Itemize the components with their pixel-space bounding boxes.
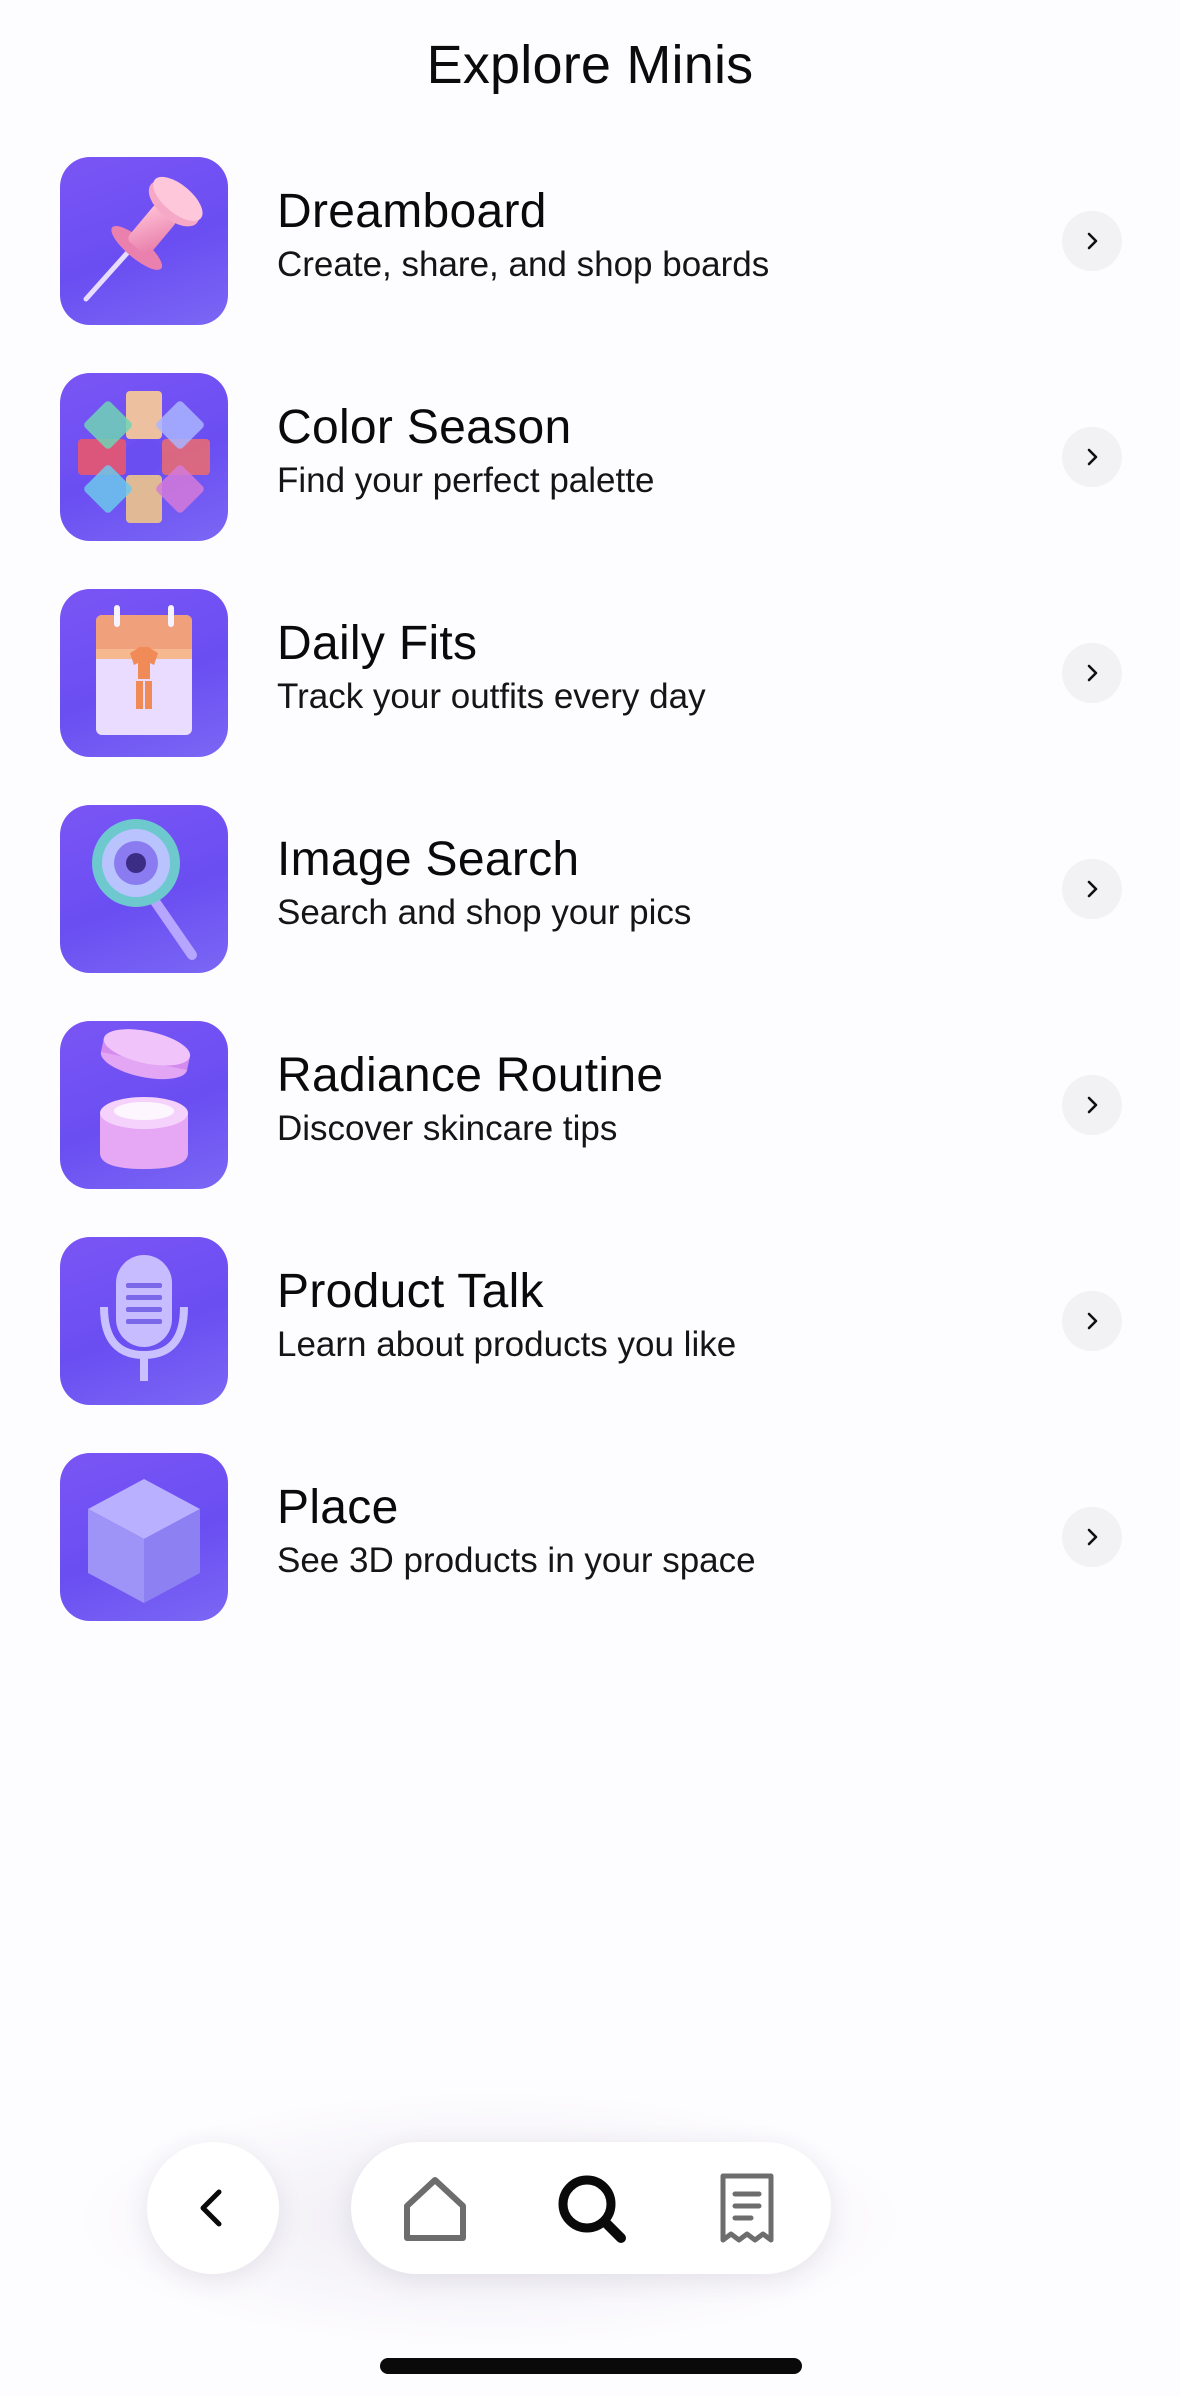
chevron-right-icon xyxy=(1087,448,1098,466)
mini-description: Track your outfits every day xyxy=(277,677,706,716)
chevron-right-icon xyxy=(1087,1096,1098,1114)
open-place-button[interactable] xyxy=(1062,1507,1122,1567)
home-indicator xyxy=(380,2358,802,2374)
mini-description: Learn about products you like xyxy=(277,1325,737,1364)
receipt-icon xyxy=(720,2173,774,2243)
chevron-right-icon xyxy=(1087,232,1098,250)
magnifier-icon xyxy=(60,805,228,973)
open-image-search-button[interactable] xyxy=(1062,859,1122,919)
chevron-left-icon xyxy=(200,2189,222,2227)
cube-icon xyxy=(60,1453,228,1621)
skincare-jar-icon xyxy=(60,1021,228,1189)
mini-description: Discover skincare tips xyxy=(277,1109,618,1148)
mini-item-place[interactable]: Place See 3D products in your space xyxy=(60,1453,1122,1621)
chevron-right-icon xyxy=(1087,1312,1098,1330)
mini-name: Product Talk xyxy=(277,1265,544,1318)
mini-item-image-search[interactable]: Image Search Search and shop your pics xyxy=(60,805,1122,973)
open-dreamboard-button[interactable] xyxy=(1062,211,1122,271)
color-palette-icon xyxy=(60,373,228,541)
mini-name: Dreamboard xyxy=(277,185,547,238)
mini-name: Radiance Routine xyxy=(277,1049,664,1102)
open-product-talk-button[interactable] xyxy=(1062,1291,1122,1351)
nav-orders-button[interactable] xyxy=(707,2168,787,2248)
minis-list: Dreamboard Create, share, and shop board… xyxy=(60,157,1122,1669)
pushpin-icon xyxy=(60,157,228,325)
mini-name: Place xyxy=(277,1481,399,1534)
explore-minis-screen: Explore Minis Dreamboard Create, share, … xyxy=(0,0,1180,2396)
mini-item-color-season[interactable]: Color Season Find your perfect palette xyxy=(60,373,1122,541)
chevron-right-icon xyxy=(1087,664,1098,682)
mini-description: See 3D products in your space xyxy=(277,1541,756,1580)
mini-item-product-talk[interactable]: Product Talk Learn about products you li… xyxy=(60,1237,1122,1405)
search-icon xyxy=(558,2175,626,2243)
mini-item-radiance-routine[interactable]: Radiance Routine Discover skincare tips xyxy=(60,1021,1122,1189)
nav-home-button[interactable] xyxy=(395,2168,475,2248)
mini-item-daily-fits[interactable]: Daily Fits Track your outfits every day xyxy=(60,589,1122,757)
home-icon xyxy=(404,2177,466,2241)
open-color-season-button[interactable] xyxy=(1062,427,1122,487)
microphone-icon xyxy=(60,1237,228,1405)
page-title: Explore Minis xyxy=(426,35,754,95)
nav-search-button[interactable] xyxy=(551,2168,631,2248)
mini-description: Find your perfect palette xyxy=(277,461,655,500)
mini-name: Color Season xyxy=(277,401,572,454)
bottom-nav-bar xyxy=(351,2142,831,2274)
calendar-outfit-icon xyxy=(60,589,228,757)
back-button[interactable] xyxy=(147,2142,279,2274)
mini-name: Daily Fits xyxy=(277,617,478,670)
chevron-right-icon xyxy=(1087,1528,1098,1546)
open-radiance-routine-button[interactable] xyxy=(1062,1075,1122,1135)
mini-item-dreamboard[interactable]: Dreamboard Create, share, and shop board… xyxy=(60,157,1122,325)
mini-name: Image Search xyxy=(277,833,580,886)
mini-description: Create, share, and shop boards xyxy=(277,245,770,284)
mini-description: Search and shop your pics xyxy=(277,893,692,932)
chevron-right-icon xyxy=(1087,880,1098,898)
open-daily-fits-button[interactable] xyxy=(1062,643,1122,703)
